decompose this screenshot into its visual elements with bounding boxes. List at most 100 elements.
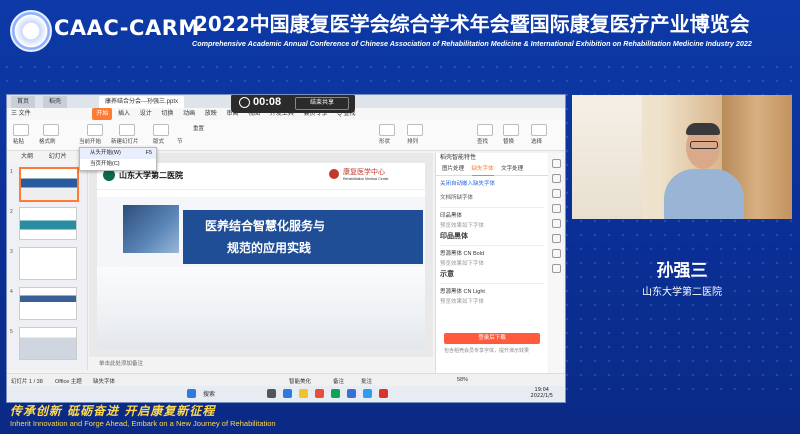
- tool-icon[interactable]: [551, 234, 561, 243]
- view-tabs: 大纲 幻灯片: [7, 151, 87, 161]
- play-from-current-label: 当前开始: [79, 139, 102, 145]
- zoom-level[interactable]: 58%: [457, 377, 468, 383]
- end-share-button[interactable]: 结束共享: [295, 97, 349, 110]
- font-item[interactable]: 思源黑体 CN Light 预览效果如下字体: [440, 283, 544, 318]
- panel-header: 稻壳智能特性: [440, 155, 477, 161]
- meeting-icon[interactable]: [347, 389, 356, 398]
- wps-icon[interactable]: [379, 389, 388, 398]
- slide-thumbnail[interactable]: [19, 167, 79, 202]
- slide-thumbnail-panel: 1 2 3 4 5: [7, 165, 88, 370]
- panel-tab-text[interactable]: 文字处理: [501, 163, 523, 175]
- speaker-glasses: [690, 141, 718, 149]
- menu-insert[interactable]: 插入: [114, 108, 134, 120]
- arrange-icon[interactable]: [407, 124, 423, 136]
- disable-font-embed-link[interactable]: 关闭自动嵌入缺失字体: [436, 176, 548, 190]
- tool-icon[interactable]: [551, 159, 561, 168]
- new-slide-icon[interactable]: [119, 124, 135, 136]
- notes-toggle[interactable]: 备注: [333, 377, 344, 385]
- slide-thumbnail[interactable]: [19, 207, 77, 240]
- tool-icon[interactable]: [551, 264, 561, 273]
- font-name: 思源黑体 CN Bold: [440, 251, 485, 257]
- tab-docer[interactable]: 稻壳: [43, 96, 68, 108]
- format-painter-label: 格式刷: [39, 139, 56, 145]
- comment-toggle[interactable]: 批注: [361, 377, 372, 385]
- menu-play-from-current[interactable]: 当页开始(C): [80, 159, 156, 170]
- app-icon[interactable]: [363, 389, 372, 398]
- tool-icon[interactable]: [551, 249, 561, 258]
- menu-start[interactable]: 开始: [92, 108, 113, 120]
- menu-play-from-start-label: 从头开始(W): [90, 150, 121, 156]
- font-sample: 印品黑体: [440, 233, 468, 240]
- chrome-icon[interactable]: [315, 389, 324, 398]
- menu-slideshow[interactable]: 放映: [201, 108, 221, 120]
- reset-label[interactable]: 重置: [193, 124, 204, 132]
- speaker-hair: [686, 123, 720, 135]
- current-slide[interactable]: 山东大学第二医院 康复医学中心 Rehabilitation Medical C…: [97, 163, 425, 349]
- menu-transition[interactable]: 切换: [157, 108, 177, 120]
- slide-counter: 幻灯片 1 / 38: [11, 379, 43, 385]
- font-item[interactable]: 思源黑体 CN Bold 预览效果如下字体 示意: [440, 245, 544, 280]
- menu-file[interactable]: 三 文件: [7, 108, 35, 120]
- conference-subtitle: Comprehensive Academic Annual Conference…: [192, 39, 752, 48]
- shape-icon[interactable]: [379, 124, 395, 136]
- slide-title-line1: 医养结合智慧化服务与: [205, 219, 326, 233]
- section-label[interactable]: 节: [177, 137, 183, 145]
- conference-emblem-icon: [10, 10, 52, 52]
- select-icon[interactable]: [531, 124, 547, 136]
- edge-icon[interactable]: [283, 389, 292, 398]
- conference-title: 2022中国康复医学会综合学术年会暨国际康复医疗产业博览会: [194, 12, 750, 36]
- tool-icon[interactable]: [551, 219, 561, 228]
- paste-icon[interactable]: [13, 124, 29, 136]
- tab-pptx-file[interactable]: 康养结合分会---孙强三.pptx: [99, 96, 185, 108]
- slide-canvas: 山东大学第二医院 康复医学中心 Rehabilitation Medical C…: [89, 153, 433, 357]
- menu-play-from-start[interactable]: 从头开始(W) F5: [80, 148, 156, 159]
- replace-icon[interactable]: [503, 124, 519, 136]
- slide-center-name-en: Rehabilitation Medical Center: [343, 177, 389, 181]
- slide-thumbnail[interactable]: [19, 247, 77, 280]
- panel-tab-image[interactable]: 图片处理: [442, 163, 464, 175]
- folder-icon[interactable]: [299, 389, 308, 398]
- missing-fonts-section-title: 文档所缺字体: [440, 195, 474, 201]
- tab-home[interactable]: 首页: [11, 96, 36, 108]
- slideshow-dropdown-menu: 从头开始(W) F5 当页开始(C): [79, 147, 157, 171]
- menu-animation[interactable]: 动画: [179, 108, 199, 120]
- find-label: 查找: [477, 139, 489, 145]
- task-view-icon[interactable]: [267, 389, 276, 398]
- panel-tab-missing-fonts[interactable]: 缺失字体: [471, 163, 494, 176]
- menu-design[interactable]: 设计: [136, 108, 156, 120]
- play-from-current-icon[interactable]: [87, 124, 103, 136]
- tab-slides[interactable]: 幻灯片: [49, 151, 67, 160]
- slide-thumbnail[interactable]: [19, 287, 77, 320]
- layout-label: 版式: [153, 139, 165, 145]
- thumb-number: 2: [10, 209, 13, 215]
- format-painter-icon[interactable]: [43, 124, 59, 136]
- speaker-body: [664, 169, 744, 219]
- slide-hospital-name: 山东大学第二医院: [119, 170, 183, 180]
- arrange-label: 排列: [407, 139, 419, 145]
- wechat-icon[interactable]: [331, 389, 340, 398]
- tool-icon[interactable]: [551, 189, 561, 198]
- missing-font-indicator[interactable]: 缺失字体: [93, 377, 115, 385]
- paste-label: 粘贴: [13, 139, 25, 145]
- font-item[interactable]: 印品黑体 预览效果如下字体 印品黑体: [440, 207, 544, 242]
- tool-icon[interactable]: [551, 174, 561, 183]
- layout-icon[interactable]: [153, 124, 169, 136]
- windows-start-icon[interactable]: [187, 389, 196, 398]
- find-icon[interactable]: [477, 124, 493, 136]
- slide-thumbnail[interactable]: [19, 327, 77, 360]
- taskbar-search[interactable]: 搜索: [203, 389, 215, 398]
- panel-tabs: 图片处理 缺失字体 文字处理: [436, 163, 548, 176]
- slogan-chinese: 传承创新 砥砺奋进 开启康复新征程: [10, 404, 216, 418]
- font-name: 印品黑体: [440, 213, 463, 219]
- taskbar-date: 2022/1/5: [530, 393, 553, 399]
- slide-center-name: 康复医学中心: [343, 168, 385, 176]
- select-label: 选择: [531, 139, 543, 145]
- speaker-name: 孙强三: [656, 261, 708, 281]
- speaker-notes-field[interactable]: 单击此处添加备注: [89, 359, 443, 369]
- font-side-panel: 稻壳智能特性 图片处理 缺失字体 文字处理 关闭自动嵌入缺失字体 文档所缺字体 …: [435, 153, 548, 373]
- login-download-button[interactable]: 登录后下载: [444, 333, 540, 344]
- slide-city-background: [97, 267, 425, 349]
- tool-icon[interactable]: [551, 204, 561, 213]
- smart-beautify-button[interactable]: 智能美化: [289, 377, 311, 385]
- tab-outline[interactable]: 大纲: [21, 151, 33, 160]
